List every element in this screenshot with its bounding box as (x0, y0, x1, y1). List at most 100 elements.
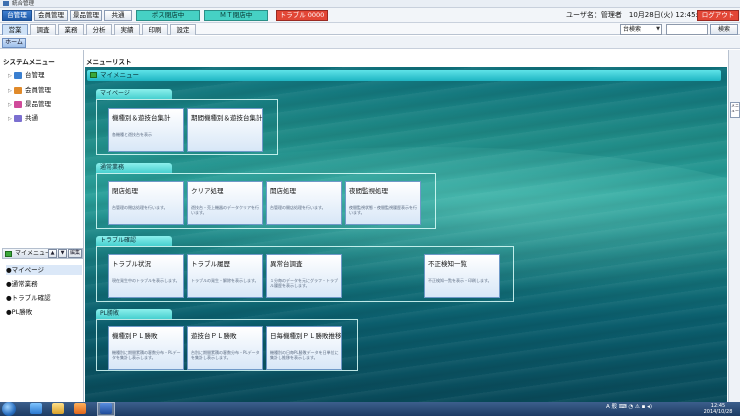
card-title: 遊技台ＰＬ勝敗 (191, 332, 237, 340)
window-titlebar: 統合管理 (0, 0, 740, 8)
logout-button[interactable]: ログアウト (697, 10, 739, 21)
card-desc: 不正検知一覧を表示・印刷します。 (428, 278, 492, 283)
tab-chosa[interactable]: 調査 (30, 24, 56, 35)
card-title: 機種別ＰＬ勝敗 (112, 332, 158, 340)
card-desc: 夜間監視状態・夜間監視履歴表示を行います。 (349, 205, 417, 215)
card-title: トラブル履歴 (191, 260, 230, 268)
mymenu-icon (90, 72, 97, 78)
search-input[interactable] (666, 24, 708, 35)
card-desc: 台別に期間累積の客数分布・PLデータを集計し表示します。 (191, 350, 260, 360)
tab-insatsu[interactable]: 印刷 (142, 24, 168, 35)
search-type-value: 台検索 (623, 26, 642, 33)
page-title: マイメニュー (100, 71, 139, 79)
media-player-icon[interactable] (74, 403, 86, 414)
menu-card[interactable]: 夜間監視処理夜間監視状態・夜間監視履歴表示を行います。 (345, 181, 421, 225)
tab-bunseki[interactable]: 分析 (86, 24, 112, 35)
mt-status-badge: ＭＴ閉店中 (204, 10, 268, 21)
section-tab-pl: PL勝敗 (96, 309, 172, 319)
system-tray[interactable]: A 般 ⌨ ◔ ⚠ ▪ ◂) (606, 404, 652, 410)
menu-card[interactable]: 不正検知一覧不正検知一覧を表示・印刷します。 (424, 254, 500, 298)
mymenu-icon (5, 251, 12, 257)
move-down-button[interactable]: ▼ (58, 249, 67, 258)
tab-gyomu[interactable]: 業務 (58, 24, 84, 35)
app-taskbar-icon (100, 403, 112, 414)
section-tab-trouble: トラブル確認 (96, 236, 172, 246)
card-title: 開店処理 (270, 187, 296, 195)
card-desc: 機種別に期間累積の客数分布・PLデータを集計し表示します。 (112, 350, 181, 360)
sidebar-item-kaiin-kanri[interactable]: ▷ 会員管理 (8, 85, 51, 95)
members-icon (14, 86, 22, 94)
right-collapse-strip: メニュー (728, 50, 740, 402)
trouble-button[interactable]: トラブル 0000 (276, 10, 328, 21)
card-title: 異常台調査 (270, 260, 303, 268)
card-title: 機種別＆遊技台集計 (112, 114, 171, 122)
section-tab-mypage: マイページ (96, 89, 172, 99)
sidebar-item-label: 台管理 (25, 71, 45, 79)
menu-button-keihin-kanri[interactable]: 景品管理 (70, 10, 102, 21)
card-title: 日毎機種別ＰＬ勝敗推移 (270, 332, 342, 340)
menu-card[interactable]: 遊技台ＰＬ勝敗台別に期間累積の客数分布・PLデータを集計し表示します。 (187, 326, 263, 370)
system-menu-title: システムメニュー (3, 58, 55, 66)
folder-icon[interactable] (52, 403, 64, 414)
window-title: 統合管理 (12, 1, 35, 7)
card-title: クリア処理 (191, 187, 224, 195)
ie-icon[interactable] (30, 403, 42, 414)
card-desc: １分毎のデータを元にグラフ・トラブル履歴を表示します。 (270, 278, 338, 288)
sidebar-item-keihin-kanri[interactable]: ▷ 景品管理 (8, 99, 51, 109)
menu-list-title: メニューリスト (86, 58, 132, 66)
menu-toggle-button[interactable]: メニュー (730, 102, 740, 118)
move-up-button[interactable]: ▲ (48, 249, 57, 258)
card-desc: 台管理の閉店処理を行います。 (112, 205, 168, 210)
menu-card[interactable]: 閉店処理台管理の閉店処理を行います。 (108, 181, 184, 225)
card-desc: トラブルの発生・解除を表示します。 (191, 278, 259, 283)
card-title: 不正検知一覧 (428, 260, 467, 268)
card-desc: 機種別の日毎PL勝敗データを日単位に集計し推移を表示します。 (270, 350, 339, 360)
page-title-bar: マイメニュー (87, 70, 721, 81)
pos-status-badge: ポス閉店中 (136, 10, 200, 21)
tab-jisseki[interactable]: 実績 (114, 24, 140, 35)
app-icon (3, 1, 9, 6)
mymenu-item-mypage[interactable]: ●マイページ (6, 265, 82, 275)
menu-card[interactable]: トラブル履歴トラブルの発生・解除を表示します。 (187, 254, 263, 298)
sidebar-item-label: 共通 (25, 114, 38, 122)
card-desc: 各機種と遊技台を表示 (112, 132, 152, 137)
home-button[interactable]: ホーム (2, 38, 26, 48)
card-desc: 遊技台・売上機器のデータクリアを行います。 (191, 205, 259, 215)
mymenu-item-pl[interactable]: ●PL勝敗 (6, 307, 32, 317)
menu-card[interactable]: 開店処理 台管理の開店処理を行います。 (266, 181, 342, 225)
section-tab-tsujo: 通常業務 (96, 163, 172, 173)
search-type-select[interactable]: 台検索 ▼ (620, 24, 662, 35)
start-button[interactable] (2, 402, 16, 416)
card-desc: 現在発生中のトラブルを表示します。 (112, 278, 180, 283)
menu-card[interactable]: 機種別＆遊技台集計 各機種と遊技台を表示 (108, 108, 184, 152)
card-title: 夜間監視処理 (349, 187, 388, 195)
menu-card[interactable]: 機種別ＰＬ勝敗機種別に期間累積の客数分布・PLデータを集計し表示します。 (108, 326, 184, 370)
user-info: ユーザ名：管理者 10月28日(火) 12:45:07 (566, 11, 707, 19)
menu-card[interactable]: 異常台調査 １分毎のデータを元にグラフ・トラブル履歴を表示します。 (266, 254, 342, 298)
mymenu-item-trouble[interactable]: ●トラブル確認 (6, 293, 51, 303)
prize-icon (14, 100, 22, 108)
tab-eigyo[interactable]: 営業 (2, 24, 28, 35)
menu-card[interactable]: 期間機種別＆遊技台集計 (187, 108, 263, 152)
menu-button-kaiin-kanri[interactable]: 会員管理 (34, 10, 68, 21)
menu-button-dai-kanri[interactable]: 台管理 (2, 10, 32, 21)
sidebar-item-kyotsu[interactable]: ▷ 共通 (8, 113, 38, 123)
mymenu-title: マイメニュー (15, 250, 52, 257)
common-icon (14, 114, 22, 122)
mymenu-edit-button[interactable]: 編集 (68, 249, 82, 258)
sidebar-item-label: 会員管理 (25, 86, 51, 94)
card-title: 期間機種別＆遊技台集計 (191, 114, 263, 122)
menu-card[interactable]: 日毎機種別ＰＬ勝敗推移 機種別の日毎PL勝敗データを日単位に集計し推移を表示します… (266, 326, 342, 370)
menu-button-kyotsu[interactable]: 共通 (104, 10, 132, 21)
search-button[interactable]: 検索 (710, 24, 738, 35)
sidebar-item-dai-kanri[interactable]: ▷ 台管理 (8, 70, 45, 80)
tab-settei[interactable]: 設定 (170, 24, 196, 35)
card-title: トラブル状況 (112, 260, 151, 268)
clock-date: 2014/10/28 (703, 409, 733, 415)
menu-card[interactable]: トラブル状況現在発生中のトラブルを表示します。 (108, 254, 184, 298)
card-title: 閉店処理 (112, 187, 138, 195)
slot-machine-icon (14, 71, 22, 79)
menu-card[interactable]: クリア処理遊技台・売上機器のデータクリアを行います。 (187, 181, 263, 225)
mymenu-item-tsujo-gyomu[interactable]: ●通常業務 (6, 279, 38, 289)
taskbar-clock[interactable]: 12:45 2014/10/28 (700, 403, 736, 415)
